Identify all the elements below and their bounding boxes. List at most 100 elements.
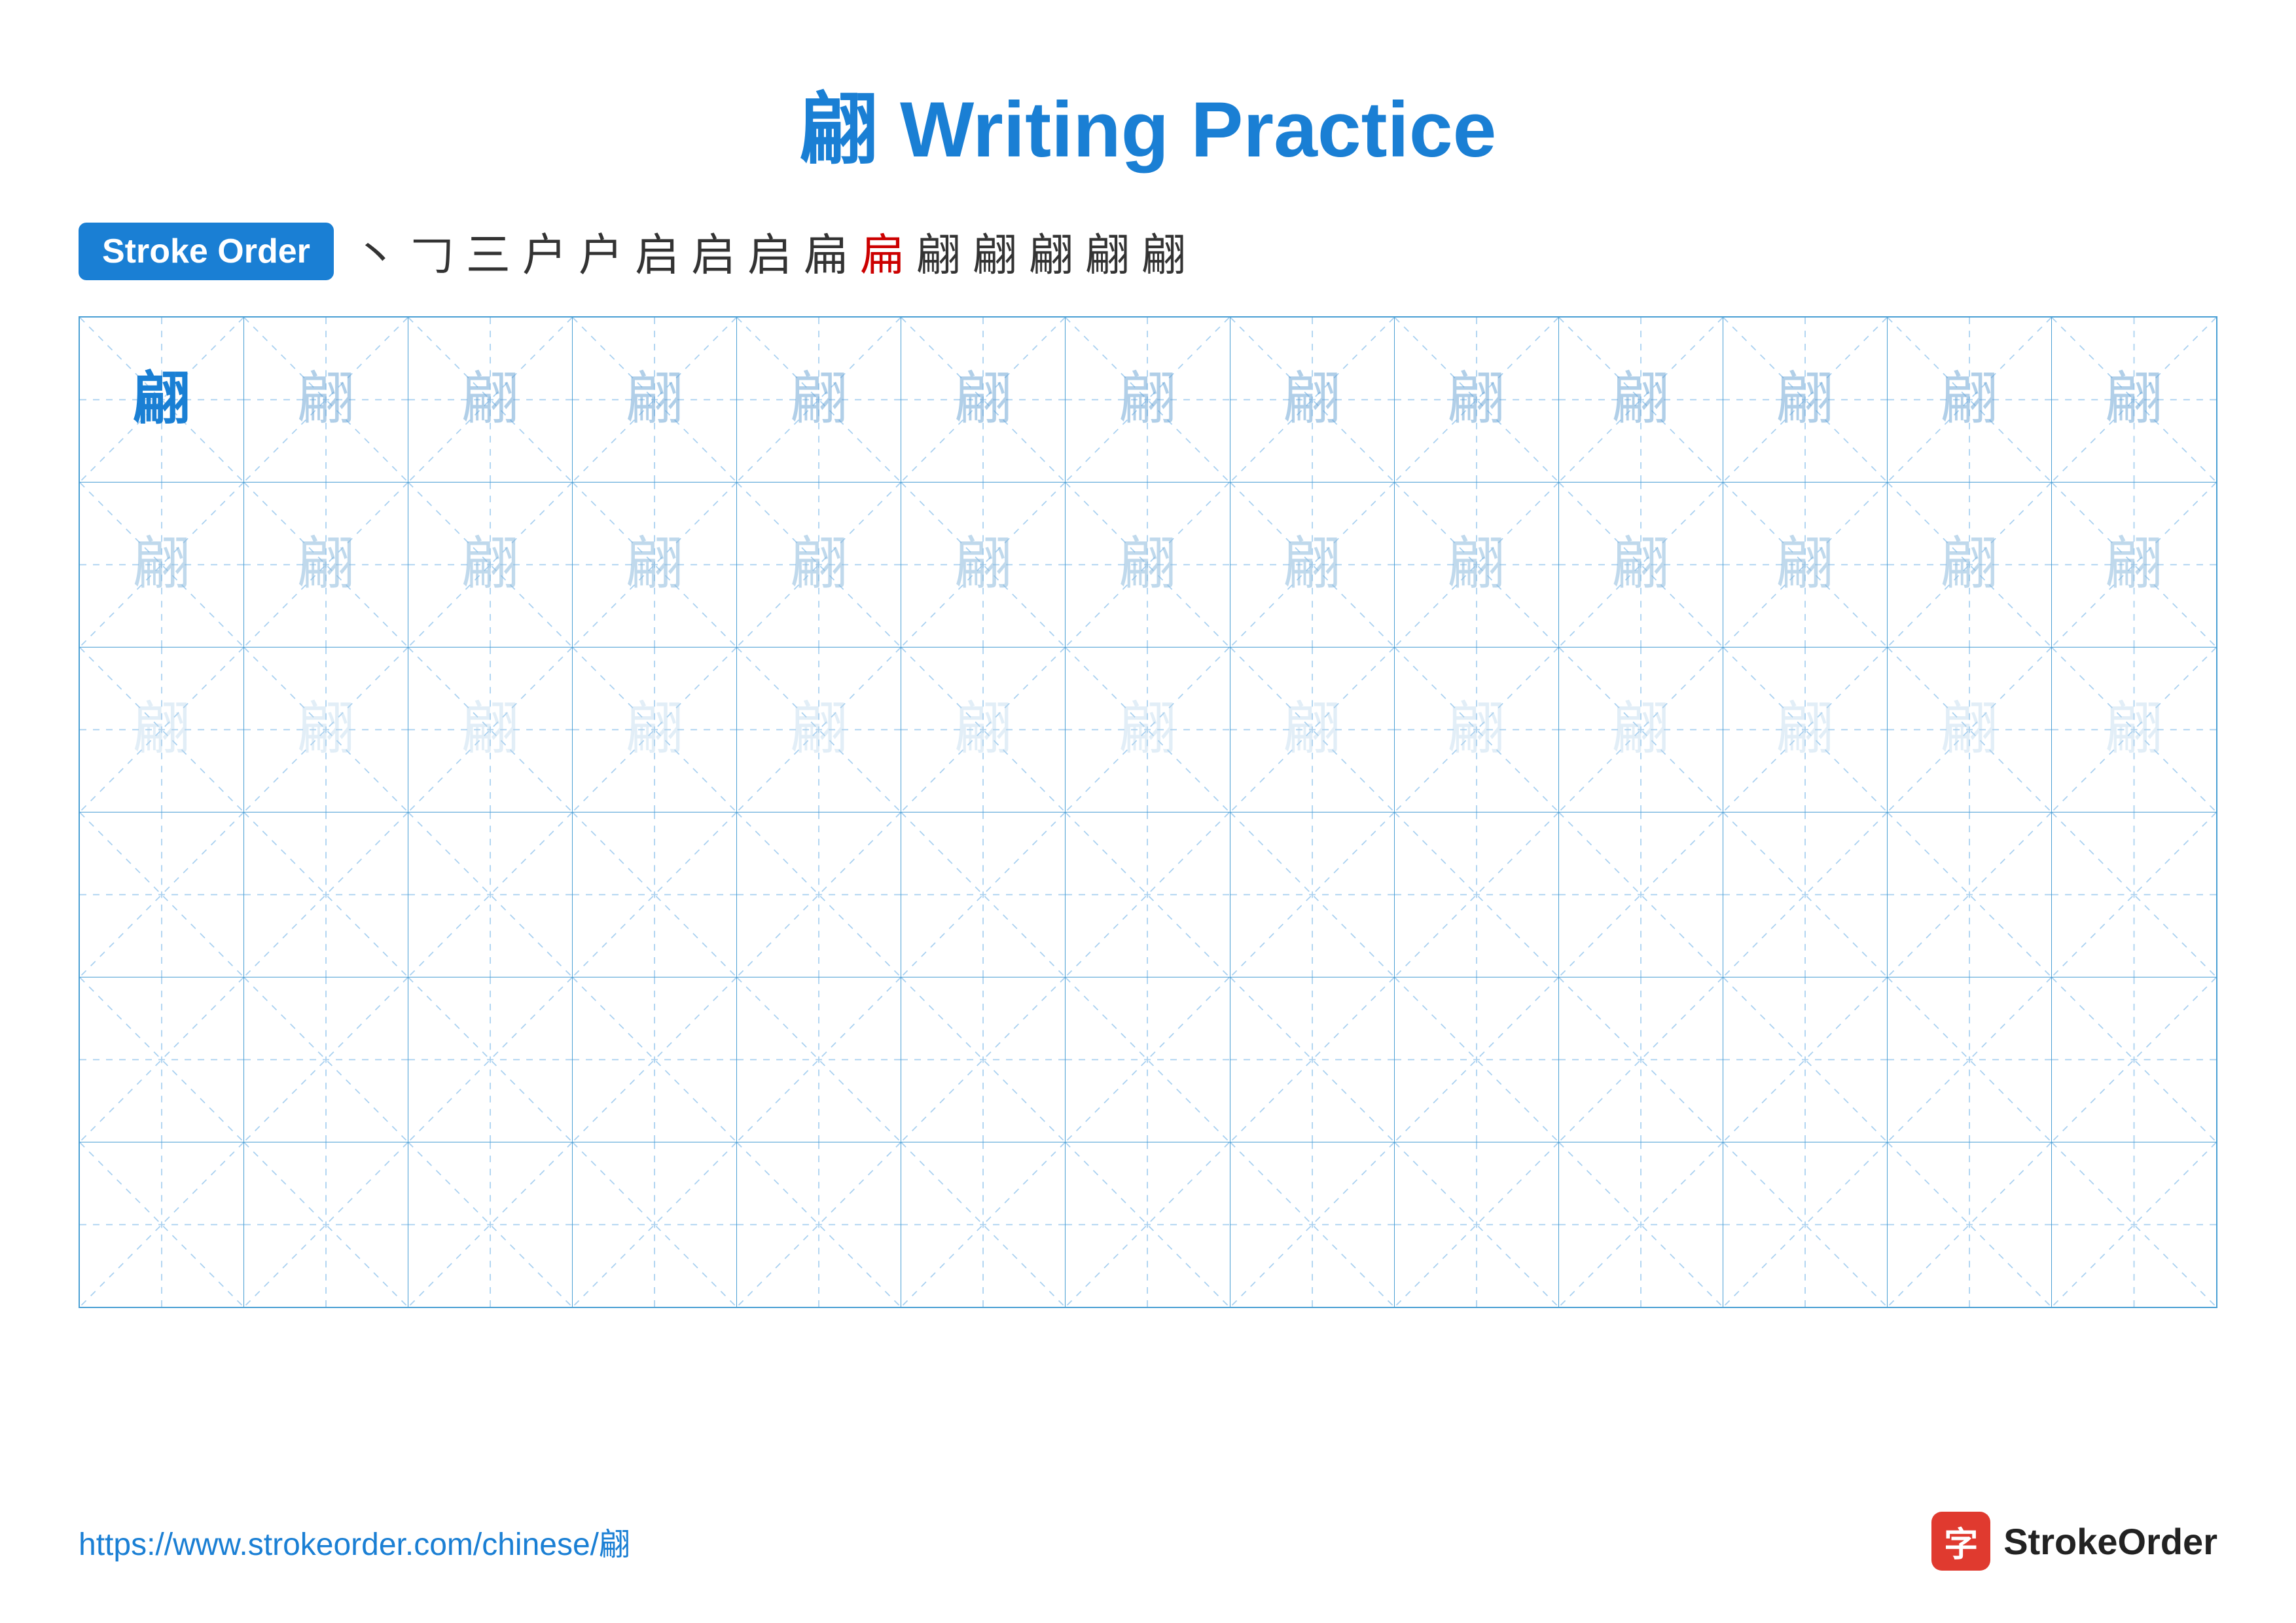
cell-r4-c12[interactable] [1888,812,2052,977]
cell-r2-c2[interactable]: 翩 [244,483,408,647]
char-r1-c6: 翩 [954,371,1012,429]
cell-r3-c1[interactable]: 翩 [80,647,244,812]
cell-r2-c5[interactable]: 翩 [737,483,901,647]
cell-r5-c8[interactable] [1230,977,1395,1142]
cell-r1-c2[interactable]: 翩 [244,318,408,482]
cell-r4-c11[interactable] [1723,812,1888,977]
cell-r3-c4[interactable]: 翩 [573,647,737,812]
grid-row-3: 翩 翩 [80,647,2216,812]
cell-r5-c2[interactable] [244,977,408,1142]
cell-r5-c10[interactable] [1559,977,1723,1142]
cell-r3-c7[interactable]: 翩 [1066,647,1230,812]
cell-r4-c4[interactable] [573,812,737,977]
cell-r6-c4[interactable] [573,1142,737,1307]
cell-r4-c5[interactable] [737,812,901,977]
cell-r5-c4[interactable] [573,977,737,1142]
logo-char: 字 [1944,1517,1978,1566]
cell-r6-c6[interactable] [901,1142,1066,1307]
cell-r1-c1[interactable]: 翩 [80,318,244,482]
cell-r5-c13[interactable] [2052,977,2216,1142]
title-text: 翩 Writing Practice [800,86,1497,173]
char-r1-c10: 翩 [1612,371,1670,429]
cell-r1-c10[interactable]: 翩 [1559,318,1723,482]
cell-r3-c8[interactable]: 翩 [1230,647,1395,812]
cell-r4-c13[interactable] [2052,812,2216,977]
char-r3-c12: 翩 [1941,701,1998,759]
cell-r6-c9[interactable] [1395,1142,1559,1307]
cell-r3-c11[interactable]: 翩 [1723,647,1888,812]
cell-r1-c12[interactable]: 翩 [1888,318,2052,482]
cell-r4-c8[interactable] [1230,812,1395,977]
cell-r4-c7[interactable] [1066,812,1230,977]
cell-r6-c2[interactable] [244,1142,408,1307]
cell-r5-c3[interactable] [408,977,573,1142]
cell-r4-c2[interactable] [244,812,408,977]
cell-r2-c4[interactable]: 翩 [573,483,737,647]
char-r3-c4: 翩 [626,701,683,759]
cell-r4-c9[interactable] [1395,812,1559,977]
footer-logo: 字 StrokeOrder [1931,1512,2217,1571]
cell-r6-c1[interactable] [80,1142,244,1307]
cell-r6-c11[interactable] [1723,1142,1888,1307]
cell-r5-c6[interactable] [901,977,1066,1142]
cell-r5-c1[interactable] [80,977,244,1142]
cell-r4-c10[interactable] [1559,812,1723,977]
cell-r3-c3[interactable]: 翩 [408,647,573,812]
cell-r2-c1[interactable]: 翩 [80,483,244,647]
cell-r1-c13[interactable]: 翩 [2052,318,2216,482]
cell-r1-c8[interactable]: 翩 [1230,318,1395,482]
cell-r5-c11[interactable] [1723,977,1888,1142]
stroke-10: 扁 [860,219,905,283]
cell-r1-c3[interactable]: 翩 [408,318,573,482]
stroke-5: 户 [579,219,623,283]
char-r1-c7: 翩 [1119,371,1176,429]
stroke-sequence: 丶 𠃌 三 户 户 启 启 启 扁 扁 翩 翩 翩 翩 翩 [353,219,1186,283]
char-r3-c9: 翩 [1448,701,1505,759]
cell-r2-c3[interactable]: 翩 [408,483,573,647]
cell-r6-c10[interactable] [1559,1142,1723,1307]
cell-r1-c9[interactable]: 翩 [1395,318,1559,482]
cell-r6-c13[interactable] [2052,1142,2216,1307]
char-r3-c11: 翩 [1776,701,1834,759]
cell-r1-c7[interactable]: 翩 [1066,318,1230,482]
cell-r6-c8[interactable] [1230,1142,1395,1307]
cell-r6-c5[interactable] [737,1142,901,1307]
cell-r6-c7[interactable] [1066,1142,1230,1307]
cell-r3-c5[interactable]: 翩 [737,647,901,812]
char-r1-c9: 翩 [1448,371,1505,429]
cell-r5-c5[interactable] [737,977,901,1142]
cell-r4-c1[interactable] [80,812,244,977]
cell-r6-c3[interactable] [408,1142,573,1307]
cell-r2-c13[interactable]: 翩 [2052,483,2216,647]
grid-row-2: 翩 翩 [80,483,2216,647]
char-r3-c7: 翩 [1119,701,1176,759]
cell-r1-c4[interactable]: 翩 [573,318,737,482]
cell-r5-c9[interactable] [1395,977,1559,1142]
cell-r6-c12[interactable] [1888,1142,2052,1307]
cell-r5-c12[interactable] [1888,977,2052,1142]
stroke-1: 丶 [353,219,398,283]
cell-r2-c11[interactable]: 翩 [1723,483,1888,647]
cell-r3-c6[interactable]: 翩 [901,647,1066,812]
cell-r4-c6[interactable] [901,812,1066,977]
cell-r2-c8[interactable]: 翩 [1230,483,1395,647]
cell-r2-c7[interactable]: 翩 [1066,483,1230,647]
cell-r3-c10[interactable]: 翩 [1559,647,1723,812]
cell-r2-c10[interactable]: 翩 [1559,483,1723,647]
cell-r3-c13[interactable]: 翩 [2052,647,2216,812]
footer-url-link[interactable]: https://www.strokeorder.com/chinese/翩 [79,1518,630,1564]
cell-r3-c2[interactable]: 翩 [244,647,408,812]
cell-r5-c7[interactable] [1066,977,1230,1142]
cell-r2-c6[interactable]: 翩 [901,483,1066,647]
cell-r1-c5[interactable]: 翩 [737,318,901,482]
cell-r3-c12[interactable]: 翩 [1888,647,2052,812]
cell-r2-c9[interactable]: 翩 [1395,483,1559,647]
cell-r1-c6[interactable]: 翩 [901,318,1066,482]
stroke-8: 启 [747,219,792,283]
char-r3-c10: 翩 [1612,701,1670,759]
char-r1-c5: 翩 [790,371,848,429]
cell-r2-c12[interactable]: 翩 [1888,483,2052,647]
cell-r4-c3[interactable] [408,812,573,977]
cell-r3-c9[interactable]: 翩 [1395,647,1559,812]
cell-r1-c11[interactable]: 翩 [1723,318,1888,482]
